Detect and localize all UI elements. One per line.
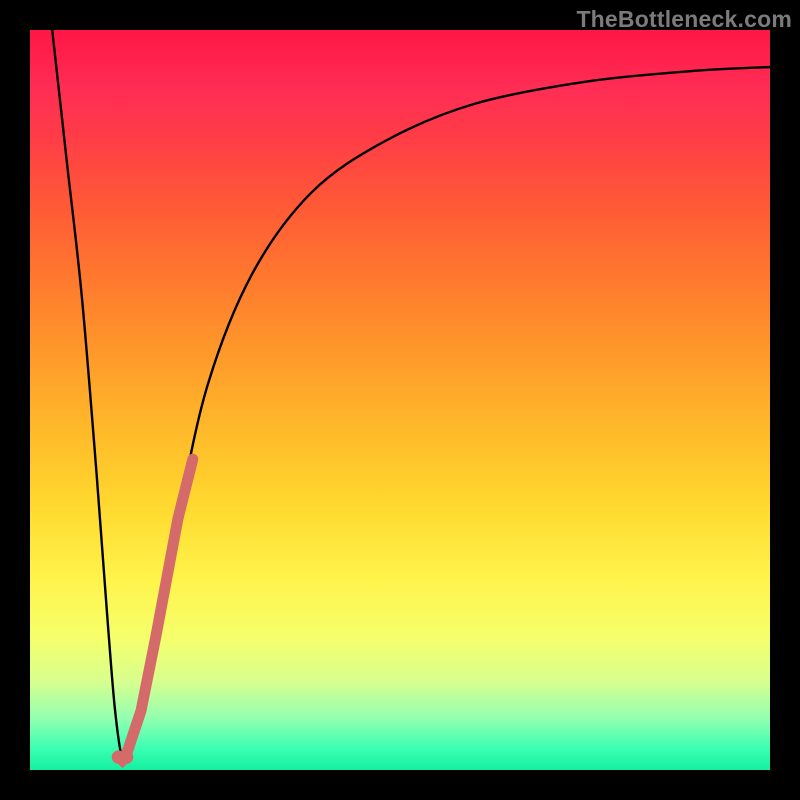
chart-frame: TheBottleneck.com bbox=[0, 0, 800, 800]
watermark-text: TheBottleneck.com bbox=[576, 6, 792, 33]
series-layer bbox=[52, 30, 770, 768]
highlight-segment bbox=[126, 459, 193, 755]
highlight-dot bbox=[112, 750, 134, 768]
bottleneck-curve bbox=[52, 30, 770, 761]
chart-svg bbox=[30, 30, 770, 770]
